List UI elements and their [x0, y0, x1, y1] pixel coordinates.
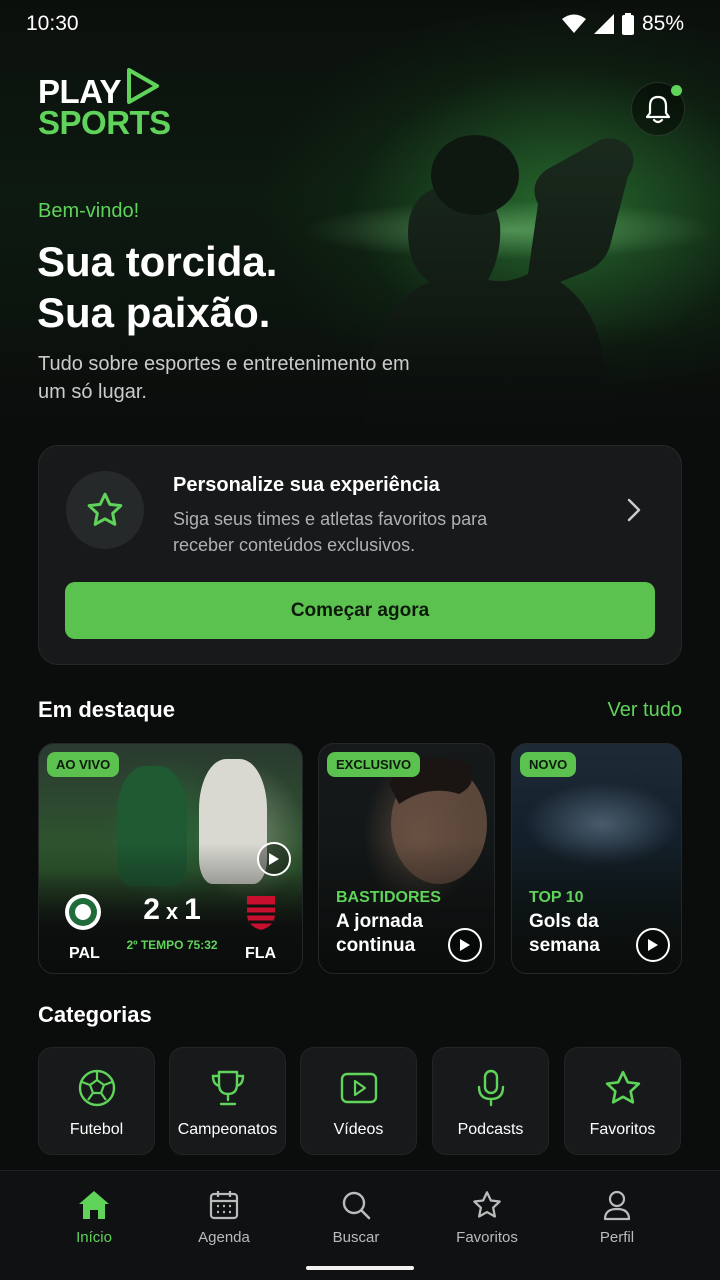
flamengo-crest-icon — [247, 896, 275, 930]
nav-buscar[interactable]: Buscar — [296, 1189, 416, 1246]
category-videos[interactable]: Vídeos — [300, 1047, 417, 1155]
new-kicker: TOP 10 — [529, 889, 584, 906]
star-badge — [66, 471, 144, 549]
play-button[interactable] — [636, 928, 670, 962]
category-favoritos[interactable]: Favoritos — [564, 1047, 681, 1155]
away-team-name: FLA — [245, 945, 277, 962]
personalize-title: Personalize sua experiência — [173, 474, 440, 496]
category-campeonatos[interactable]: Campeonatos — [169, 1047, 286, 1155]
app-logo: PLAY SPORTS — [38, 67, 171, 141]
battery-level: 85% — [641, 12, 684, 35]
nav-agenda[interactable]: Agenda — [164, 1189, 284, 1246]
new-content-card[interactable]: NOVO TOP 10 Gols da semana — [511, 743, 682, 974]
signal-icon — [593, 14, 614, 34]
match-time: 2º TEMPO 75:32 — [126, 938, 218, 952]
exclusive-kicker: BASTIDORES — [336, 889, 441, 906]
category-label: Campeonatos — [177, 1121, 278, 1138]
new-title: Gols da semana — [529, 911, 600, 956]
exclusive-card[interactable]: EXCLUSIVO BASTIDORES A jornada continua — [318, 743, 495, 974]
welcome-text: Bem-vindo! — [38, 200, 140, 222]
logo-sports-text: SPORTS — [38, 104, 171, 141]
personalize-description: Siga seus times e atletas favoritos para… — [173, 509, 488, 555]
wifi-icon — [561, 14, 586, 33]
bottom-navigation: Início Agenda Buscar Favoritos Perfil — [0, 1170, 720, 1280]
hero-subtitle: Tudo sobre esportes e entretenimento em … — [38, 353, 410, 403]
star-icon — [605, 1070, 640, 1104]
soccer-ball-icon — [78, 1069, 115, 1107]
play-icon — [269, 853, 279, 865]
play-icon — [648, 939, 658, 951]
exclusive-title: A jornada continua — [336, 911, 423, 956]
nav-label: Perfil — [599, 1229, 635, 1246]
featured-section-title: Em destaque — [38, 697, 175, 722]
search-icon — [342, 1191, 371, 1220]
score-separator: x — [165, 899, 179, 924]
live-match-card[interactable]: AO VIVO PAL 2x1 2º TEMPO 75:32 FLA — [38, 743, 303, 974]
bell-icon — [645, 95, 671, 124]
play-triangle-icon — [126, 67, 159, 104]
category-label: Vídeos — [333, 1121, 384, 1138]
nav-favoritos[interactable]: Favoritos — [427, 1189, 547, 1246]
start-now-button[interactable]: Começar agora — [65, 582, 655, 639]
video-icon — [340, 1072, 377, 1104]
personalize-card[interactable]: Personalize sua experiência Siga seus ti… — [38, 445, 682, 665]
nav-label: Buscar — [332, 1229, 380, 1246]
category-label: Favoritos — [589, 1121, 656, 1138]
battery-icon — [621, 13, 634, 35]
new-badge: NOVO — [520, 752, 577, 777]
trophy-icon — [211, 1070, 244, 1106]
away-score: 1 — [184, 893, 201, 926]
nav-label: Agenda — [198, 1229, 250, 1246]
palmeiras-crest-icon — [65, 894, 101, 930]
category-label: Podcasts — [457, 1121, 524, 1138]
home-indicator[interactable] — [306, 1266, 414, 1270]
scoreboard: PAL 2x1 2º TEMPO 75:32 FLA — [39, 883, 302, 973]
live-badge: AO VIVO — [47, 752, 120, 777]
hero-headline: Sua torcida. Sua paixão. — [37, 236, 377, 338]
chevron-right-icon[interactable] — [627, 498, 641, 522]
star-icon — [87, 492, 123, 526]
headline-line-1: Sua torcida. — [37, 238, 278, 285]
play-button[interactable] — [448, 928, 482, 962]
category-futebol[interactable]: Futebol — [38, 1047, 155, 1155]
microphone-icon — [477, 1069, 504, 1107]
categories-section-title: Categorias — [38, 1002, 152, 1027]
star-icon — [473, 1191, 501, 1218]
category-podcasts[interactable]: Podcasts — [432, 1047, 549, 1155]
logo-play-text: PLAY — [38, 73, 121, 110]
notifications-button[interactable] — [631, 82, 685, 136]
home-score: 2 — [143, 893, 160, 926]
calendar-icon — [209, 1191, 239, 1220]
user-icon — [603, 1190, 631, 1221]
nav-label: Início — [76, 1229, 112, 1246]
see-all-link[interactable]: Ver tudo — [607, 699, 682, 722]
status-bar: 10:30 85% — [0, 0, 720, 48]
notification-dot — [671, 85, 682, 96]
play-button[interactable] — [257, 842, 291, 876]
nav-label: Favoritos — [456, 1229, 518, 1246]
home-icon — [79, 1191, 109, 1219]
nav-perfil[interactable]: Perfil — [557, 1189, 677, 1246]
exclusive-badge: EXCLUSIVO — [327, 752, 421, 777]
home-team-name: PAL — [69, 945, 100, 962]
category-label: Futebol — [69, 1121, 124, 1138]
match-score: 2x1 — [137, 893, 207, 927]
play-icon — [460, 939, 470, 951]
headline-line-2: Sua paixão. — [37, 289, 271, 336]
status-time: 10:30 — [26, 12, 79, 35]
nav-inicio[interactable]: Início — [34, 1189, 154, 1246]
